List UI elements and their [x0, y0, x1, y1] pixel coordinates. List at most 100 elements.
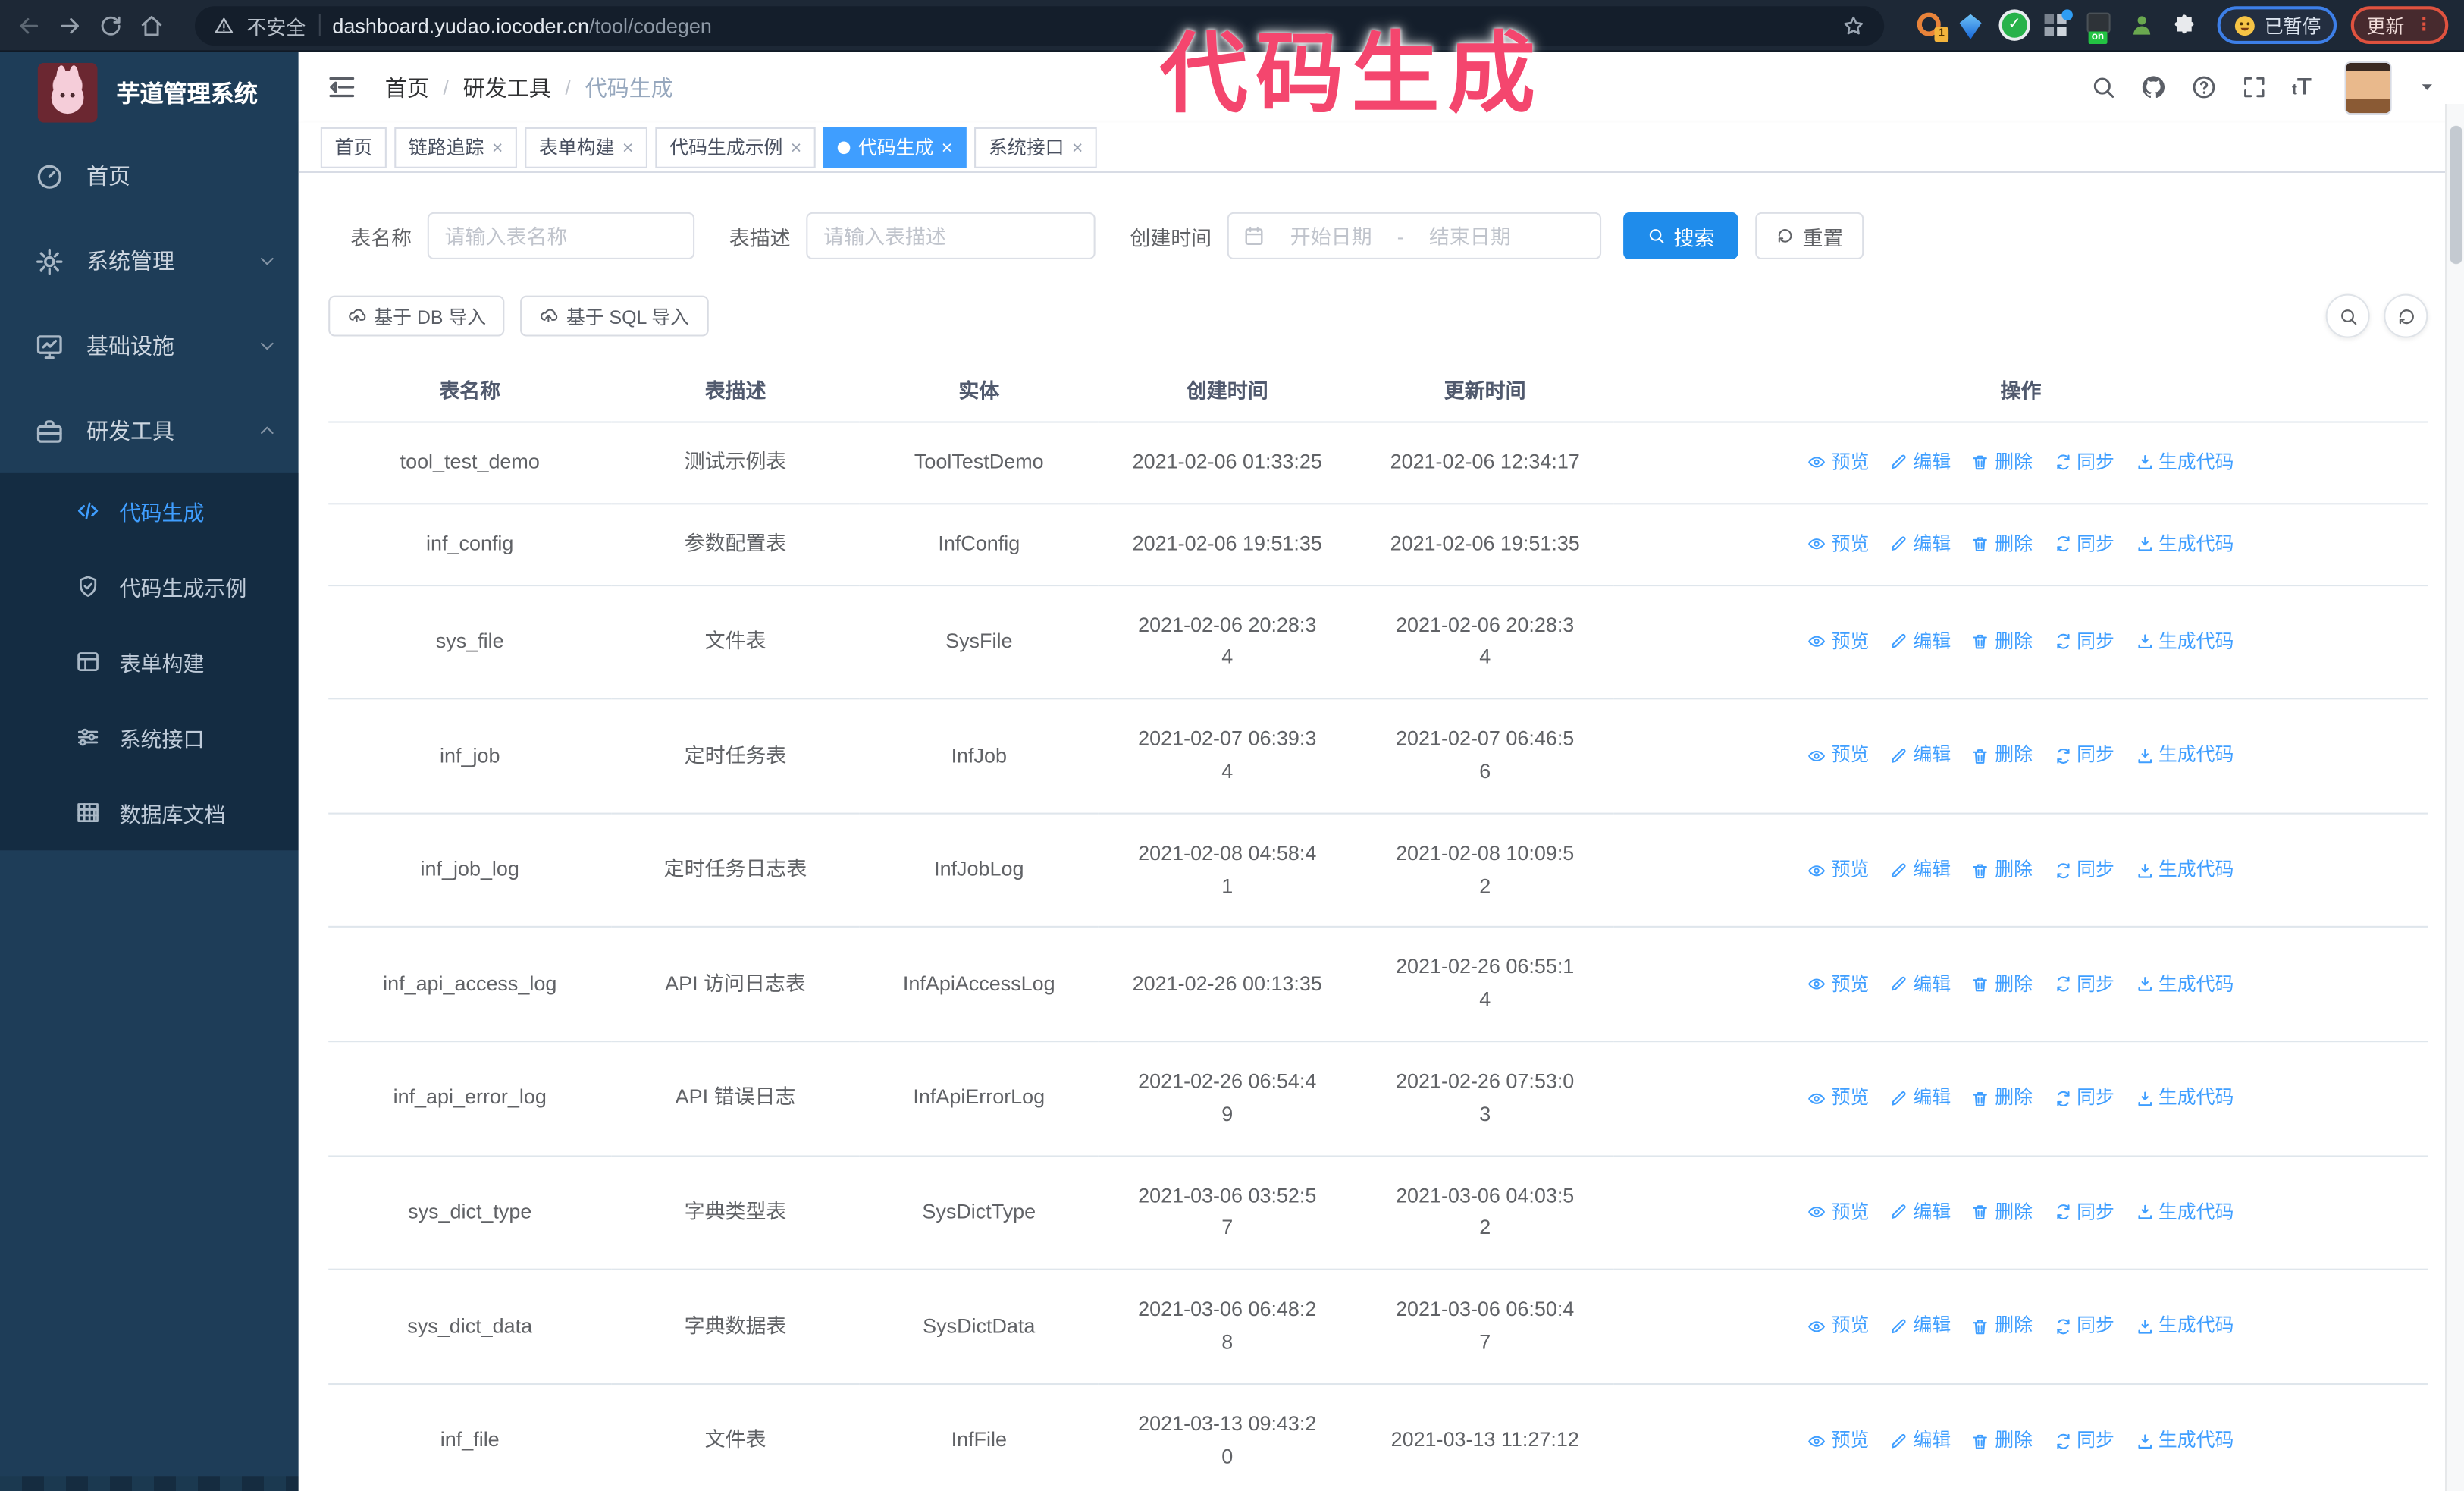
browser-back-icon[interactable] [16, 12, 42, 39]
import-sql-button[interactable]: 基于 SQL 导入 [520, 295, 708, 337]
preview-link[interactable]: 预览 [1808, 627, 1869, 658]
search-icon[interactable] [2091, 74, 2118, 100]
extension-person-icon[interactable] [2129, 13, 2154, 38]
sync-link[interactable]: 同步 [2053, 1426, 2114, 1456]
close-icon[interactable]: × [1072, 138, 1083, 157]
browser-menu-icon[interactable]: ⋮ [2415, 17, 2433, 34]
generate-code-link[interactable]: 生成代码 [2135, 1426, 2234, 1456]
generate-code-link[interactable]: 生成代码 [2135, 1083, 2234, 1113]
sidebar-item-code-generation[interactable]: 代码生成 [0, 473, 299, 548]
edit-link[interactable]: 编辑 [1889, 1198, 1951, 1228]
sync-link[interactable]: 同步 [2053, 1311, 2114, 1342]
import-db-button[interactable]: 基于 DB 导入 [328, 295, 506, 337]
close-icon[interactable]: × [942, 138, 953, 157]
delete-link[interactable]: 删除 [1971, 627, 2033, 658]
user-avatar[interactable] [2344, 60, 2392, 115]
preview-link[interactable]: 预览 [1808, 1311, 1869, 1342]
preview-link[interactable]: 预览 [1808, 741, 1869, 771]
preview-link[interactable]: 预览 [1808, 969, 1869, 1000]
delete-link[interactable]: 删除 [1971, 1198, 2033, 1228]
browser-home-icon[interactable] [138, 12, 165, 39]
extension-switch-icon[interactable]: on [2086, 12, 2111, 45]
tab-system-api[interactable]: 系统接口 × [974, 127, 1098, 168]
sidebar-item-home[interactable]: 首页 [0, 133, 299, 218]
preview-link[interactable]: 预览 [1808, 1083, 1869, 1113]
caret-down-icon[interactable] [2419, 79, 2436, 96]
preview-link[interactable]: 预览 [1808, 1426, 1869, 1456]
scrollbar-thumb[interactable] [2449, 125, 2462, 265]
github-icon[interactable] [2141, 74, 2168, 100]
fullscreen-icon[interactable] [2242, 74, 2268, 100]
edit-link[interactable]: 编辑 [1889, 627, 1951, 658]
end-date-input[interactable] [1413, 224, 1527, 248]
tab-home[interactable]: 首页 [320, 127, 387, 168]
edit-link[interactable]: 编辑 [1889, 855, 1951, 886]
edit-link[interactable]: 编辑 [1889, 741, 1951, 771]
table-desc-input[interactable] [806, 212, 1096, 259]
sync-link[interactable]: 同步 [2053, 741, 2114, 771]
generate-code-link[interactable]: 生成代码 [2135, 1198, 2234, 1228]
sidebar-item-database-doc[interactable]: 数据库文档 [0, 775, 299, 850]
generate-code-link[interactable]: 生成代码 [2135, 1311, 2234, 1342]
sidebar-collapse-icon[interactable] [327, 72, 356, 102]
tab-form-builder[interactable]: 表单构建 × [525, 127, 648, 168]
extension-orange-icon[interactable]: 1 [1917, 12, 1949, 42]
close-icon[interactable]: × [622, 138, 634, 157]
extension-check-icon[interactable]: ✓ [2002, 12, 2027, 38]
edit-link[interactable]: 编辑 [1889, 969, 1951, 1000]
refresh-table-button[interactable] [2384, 293, 2428, 338]
help-icon[interactable] [2191, 74, 2218, 100]
preview-link[interactable]: 预览 [1808, 529, 1869, 560]
edit-link[interactable]: 编辑 [1889, 447, 1951, 478]
sync-link[interactable]: 同步 [2053, 855, 2114, 886]
delete-link[interactable]: 删除 [1971, 969, 2033, 1000]
reset-button[interactable]: 重置 [1755, 212, 1864, 259]
font-size-icon[interactable]: tT [2292, 75, 2312, 99]
preview-link[interactable]: 预览 [1808, 855, 1869, 886]
start-date-input[interactable] [1274, 224, 1388, 248]
sync-link[interactable]: 同步 [2053, 447, 2114, 478]
sidebar-item-codegen-example[interactable]: 代码生成示例 [0, 548, 299, 623]
sync-link[interactable]: 同步 [2053, 529, 2114, 560]
sync-link[interactable]: 同步 [2053, 1083, 2114, 1113]
delete-link[interactable]: 删除 [1971, 855, 2033, 886]
page-scrollbar[interactable] [2445, 103, 2464, 1491]
bookmark-star-icon[interactable] [1842, 14, 1865, 37]
app-logo-row[interactable]: 芋道管理系统 [0, 52, 299, 133]
profile-paused-chip[interactable]: 已暂停 [2217, 6, 2337, 45]
preview-link[interactable]: 预览 [1808, 447, 1869, 478]
date-range-picker[interactable]: - [1227, 212, 1602, 259]
extension-gem-icon[interactable] [1959, 13, 1985, 39]
tab-codegen-example[interactable]: 代码生成示例 × [655, 127, 816, 168]
close-icon[interactable]: × [791, 138, 802, 157]
delete-link[interactable]: 删除 [1971, 1311, 2033, 1342]
sync-link[interactable]: 同步 [2053, 1198, 2114, 1228]
generate-code-link[interactable]: 生成代码 [2135, 447, 2234, 478]
sync-link[interactable]: 同步 [2053, 969, 2114, 1000]
extension-grid-icon[interactable] [2044, 9, 2073, 38]
delete-link[interactable]: 删除 [1971, 447, 2033, 478]
sidebar-item-system-management[interactable]: 系统管理 [0, 218, 299, 303]
edit-link[interactable]: 编辑 [1889, 1083, 1951, 1113]
generate-code-link[interactable]: 生成代码 [2135, 855, 2234, 886]
preview-link[interactable]: 预览 [1808, 1198, 1869, 1228]
breadcrumb-home[interactable]: 首页 [385, 71, 429, 102]
close-icon[interactable]: × [492, 138, 503, 157]
generate-code-link[interactable]: 生成代码 [2135, 741, 2234, 771]
address-bar[interactable]: 不安全 dashboard.yudao.iocoder.cn/tool/code… [195, 5, 1885, 46]
page-url[interactable]: dashboard.yudao.iocoder.cn/tool/codegen [332, 14, 711, 37]
generate-code-link[interactable]: 生成代码 [2135, 969, 2234, 1000]
delete-link[interactable]: 删除 [1971, 1426, 2033, 1456]
browser-forward-icon[interactable] [57, 12, 83, 39]
toggle-search-button[interactable] [2325, 293, 2370, 338]
generate-code-link[interactable]: 生成代码 [2135, 627, 2234, 658]
sidebar-item-dev-tools[interactable]: 研发工具 [0, 388, 299, 473]
breadcrumb-dev-tools[interactable]: 研发工具 [463, 71, 551, 102]
sidebar-item-form-builder[interactable]: 表单构建 [0, 624, 299, 699]
browser-reload-icon[interactable] [98, 12, 124, 39]
table-name-input[interactable] [427, 212, 695, 259]
edit-link[interactable]: 编辑 [1889, 1426, 1951, 1456]
sidebar-scrollbar[interactable] [0, 1476, 299, 1491]
sidebar-item-system-api[interactable]: 系统接口 [0, 699, 299, 774]
edit-link[interactable]: 编辑 [1889, 529, 1951, 560]
